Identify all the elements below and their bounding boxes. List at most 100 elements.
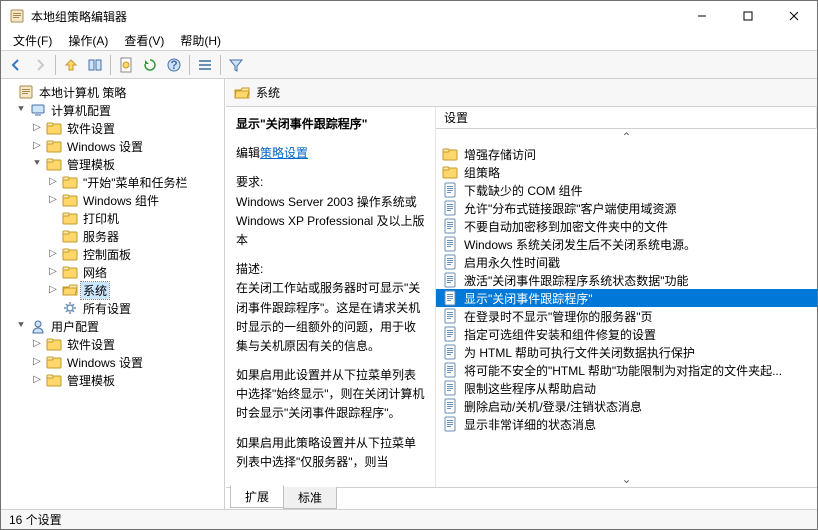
list-item[interactable]: 将可能不安全的"HTML 帮助"功能限制为对指定的文件夹起...: [436, 361, 817, 379]
list-item-label: 指定可选组件安装和组件修复的设置: [464, 326, 656, 343]
tree-pane[interactable]: 本地计算机 策略 ⯆计算机配置 ▷软件设置 ▷Windows 设置 ⯆管理模板 …: [1, 79, 225, 509]
toolbar-sep: [220, 55, 221, 75]
tree-c-admin-server[interactable]: 服务器: [3, 227, 222, 245]
description-p3: 如果启用此策略设置并从下拉菜单列表中选择"仅服务器"，则当: [236, 434, 425, 472]
policy-icon: [442, 362, 458, 378]
requirements-label: 要求:: [236, 173, 425, 192]
list-item[interactable]: 指定可选组件安装和组件修复的设置: [436, 325, 817, 343]
menu-file[interactable]: 文件(F): [5, 30, 60, 51]
menubar: 文件(F) 操作(A) 查看(V) 帮助(H): [1, 31, 817, 51]
tree-c-admin-system[interactable]: ▷系统: [3, 281, 222, 299]
filter-button[interactable]: [225, 54, 247, 76]
expand-icon[interactable]: ▷: [47, 177, 59, 187]
tab-standard[interactable]: 标准: [283, 487, 337, 509]
menu-view[interactable]: 查看(V): [116, 30, 172, 51]
expand-icon[interactable]: ▷: [47, 285, 59, 295]
requirements-text: Windows Server 2003 操作系统或 Windows XP Pro…: [236, 193, 425, 251]
tree-u-software[interactable]: ▷软件设置: [3, 335, 222, 353]
folder-icon: [62, 228, 78, 244]
statusbar: 16 个设置: [1, 509, 817, 529]
content-header: 系统: [226, 79, 817, 107]
tree-c-admin[interactable]: ⯆管理模板: [3, 155, 222, 173]
list-item[interactable]: 增强存储访问: [436, 145, 817, 163]
tree-c-admin-wincomp[interactable]: ▷Windows 组件: [3, 191, 222, 209]
minimize-button[interactable]: [679, 1, 725, 31]
view-list-button[interactable]: [194, 54, 216, 76]
list-item[interactable]: 不要自动加密移到加密文件夹中的文件: [436, 217, 817, 235]
folder-icon: [46, 354, 62, 370]
menu-help[interactable]: 帮助(H): [172, 30, 229, 51]
expand-icon[interactable]: ▷: [31, 357, 43, 367]
status-text: 16 个设置: [9, 511, 62, 528]
policy-icon: [442, 380, 458, 396]
up-button[interactable]: [60, 54, 82, 76]
settings-list[interactable]: 增强存储访问组策略下载缺少的 COM 组件允许"分布式链接跟踪"客户端使用域资源…: [436, 145, 817, 471]
column-settings[interactable]: 设置: [436, 106, 817, 129]
folder-icon: [62, 192, 78, 208]
folder-icon: [62, 174, 78, 190]
tree-c-software[interactable]: ▷软件设置: [3, 119, 222, 137]
list-item-label: 激活"关闭事件跟踪程序系统状态数据"功能: [464, 272, 689, 289]
policy-icon: [442, 326, 458, 342]
refresh-button[interactable]: [139, 54, 161, 76]
tree-computer[interactable]: ⯆计算机配置: [3, 101, 222, 119]
computer-icon: [30, 102, 46, 118]
tree-c-admin-all[interactable]: 所有设置: [3, 299, 222, 317]
list-item[interactable]: 下载缺少的 COM 组件: [436, 181, 817, 199]
collapse-icon[interactable]: ⯆: [15, 105, 27, 115]
show-hide-tree-button[interactable]: [84, 54, 106, 76]
edit-policy-link[interactable]: 策略设置: [260, 146, 308, 160]
list-item-label: 不要自动加密移到加密文件夹中的文件: [464, 218, 668, 235]
list-item[interactable]: Windows 系统关闭发生后不关闭系统电源。: [436, 235, 817, 253]
tree-c-admin-network[interactable]: ▷网络: [3, 263, 222, 281]
list-item[interactable]: 在登录时不显示"管理你的服务器"页: [436, 307, 817, 325]
expand-icon[interactable]: ▷: [31, 339, 43, 349]
tab-extended[interactable]: 扩展: [230, 485, 284, 508]
expand-icon[interactable]: ▷: [47, 267, 59, 277]
list-item[interactable]: 为 HTML 帮助可执行文件关闭数据执行保护: [436, 343, 817, 361]
expand-icon[interactable]: ▷: [31, 123, 43, 133]
list-item[interactable]: 显示非常详细的状态消息: [436, 415, 817, 433]
expand-icon[interactable]: ▷: [31, 141, 43, 151]
tree-u-windows[interactable]: ▷Windows 设置: [3, 353, 222, 371]
policy-icon: [442, 272, 458, 288]
list-item[interactable]: 组策略: [436, 163, 817, 181]
list-item[interactable]: 启用永久性时间戳: [436, 253, 817, 271]
help-button[interactable]: [163, 54, 185, 76]
folder-icon: [46, 120, 62, 136]
list-item[interactable]: 删除启动/关机/登录/注销状态消息: [436, 397, 817, 415]
back-button[interactable]: [5, 54, 27, 76]
tree-user[interactable]: ⯆用户配置: [3, 317, 222, 335]
expand-icon[interactable]: ▷: [47, 249, 59, 259]
scroll-down-icon[interactable]: ⌄: [436, 471, 817, 487]
list-item[interactable]: 允许"分布式链接跟踪"客户端使用域资源: [436, 199, 817, 217]
close-button[interactable]: [771, 1, 817, 31]
properties-button[interactable]: [115, 54, 137, 76]
expand-icon[interactable]: ▷: [31, 375, 43, 385]
list-item[interactable]: 激活"关闭事件跟踪程序系统状态数据"功能: [436, 271, 817, 289]
view-tabs: 扩展 标准: [226, 487, 817, 509]
collapse-icon[interactable]: ⯆: [31, 159, 43, 169]
description-pane: 显示"关闭事件跟踪程序" 编辑策略设置 要求: Windows Server 2…: [226, 107, 436, 487]
maximize-button[interactable]: [725, 1, 771, 31]
list-header: 设置: [436, 107, 817, 129]
expand-icon[interactable]: ▷: [47, 195, 59, 205]
tree-root[interactable]: 本地计算机 策略: [3, 83, 222, 101]
policy-icon: [442, 344, 458, 360]
tree-c-admin-printer[interactable]: 打印机: [3, 209, 222, 227]
menu-action[interactable]: 操作(A): [60, 30, 116, 51]
tree-c-windows[interactable]: ▷Windows 设置: [3, 137, 222, 155]
forward-button[interactable]: [29, 54, 51, 76]
list-item-label: 在登录时不显示"管理你的服务器"页: [464, 308, 653, 325]
list-item[interactable]: 显示"关闭事件跟踪程序": [436, 289, 817, 307]
description-p2: 如果启用此设置并从下拉菜单列表中选择"始终显示"，则在关闭计算机时会显示"关闭事…: [236, 366, 425, 424]
folder-icon: [46, 138, 62, 154]
collapse-icon[interactable]: ⯆: [15, 321, 27, 331]
tree-u-admin[interactable]: ▷管理模板: [3, 371, 222, 389]
tree-c-admin-start[interactable]: ▷"开始"菜单和任务栏: [3, 173, 222, 191]
policy-icon: [442, 200, 458, 216]
list-item[interactable]: 限制这些程序从帮助启动: [436, 379, 817, 397]
scroll-up-icon[interactable]: ⌃: [436, 129, 817, 145]
tree-c-admin-cp[interactable]: ▷控制面板: [3, 245, 222, 263]
list-item-label: Windows 系统关闭发生后不关闭系统电源。: [464, 236, 696, 253]
